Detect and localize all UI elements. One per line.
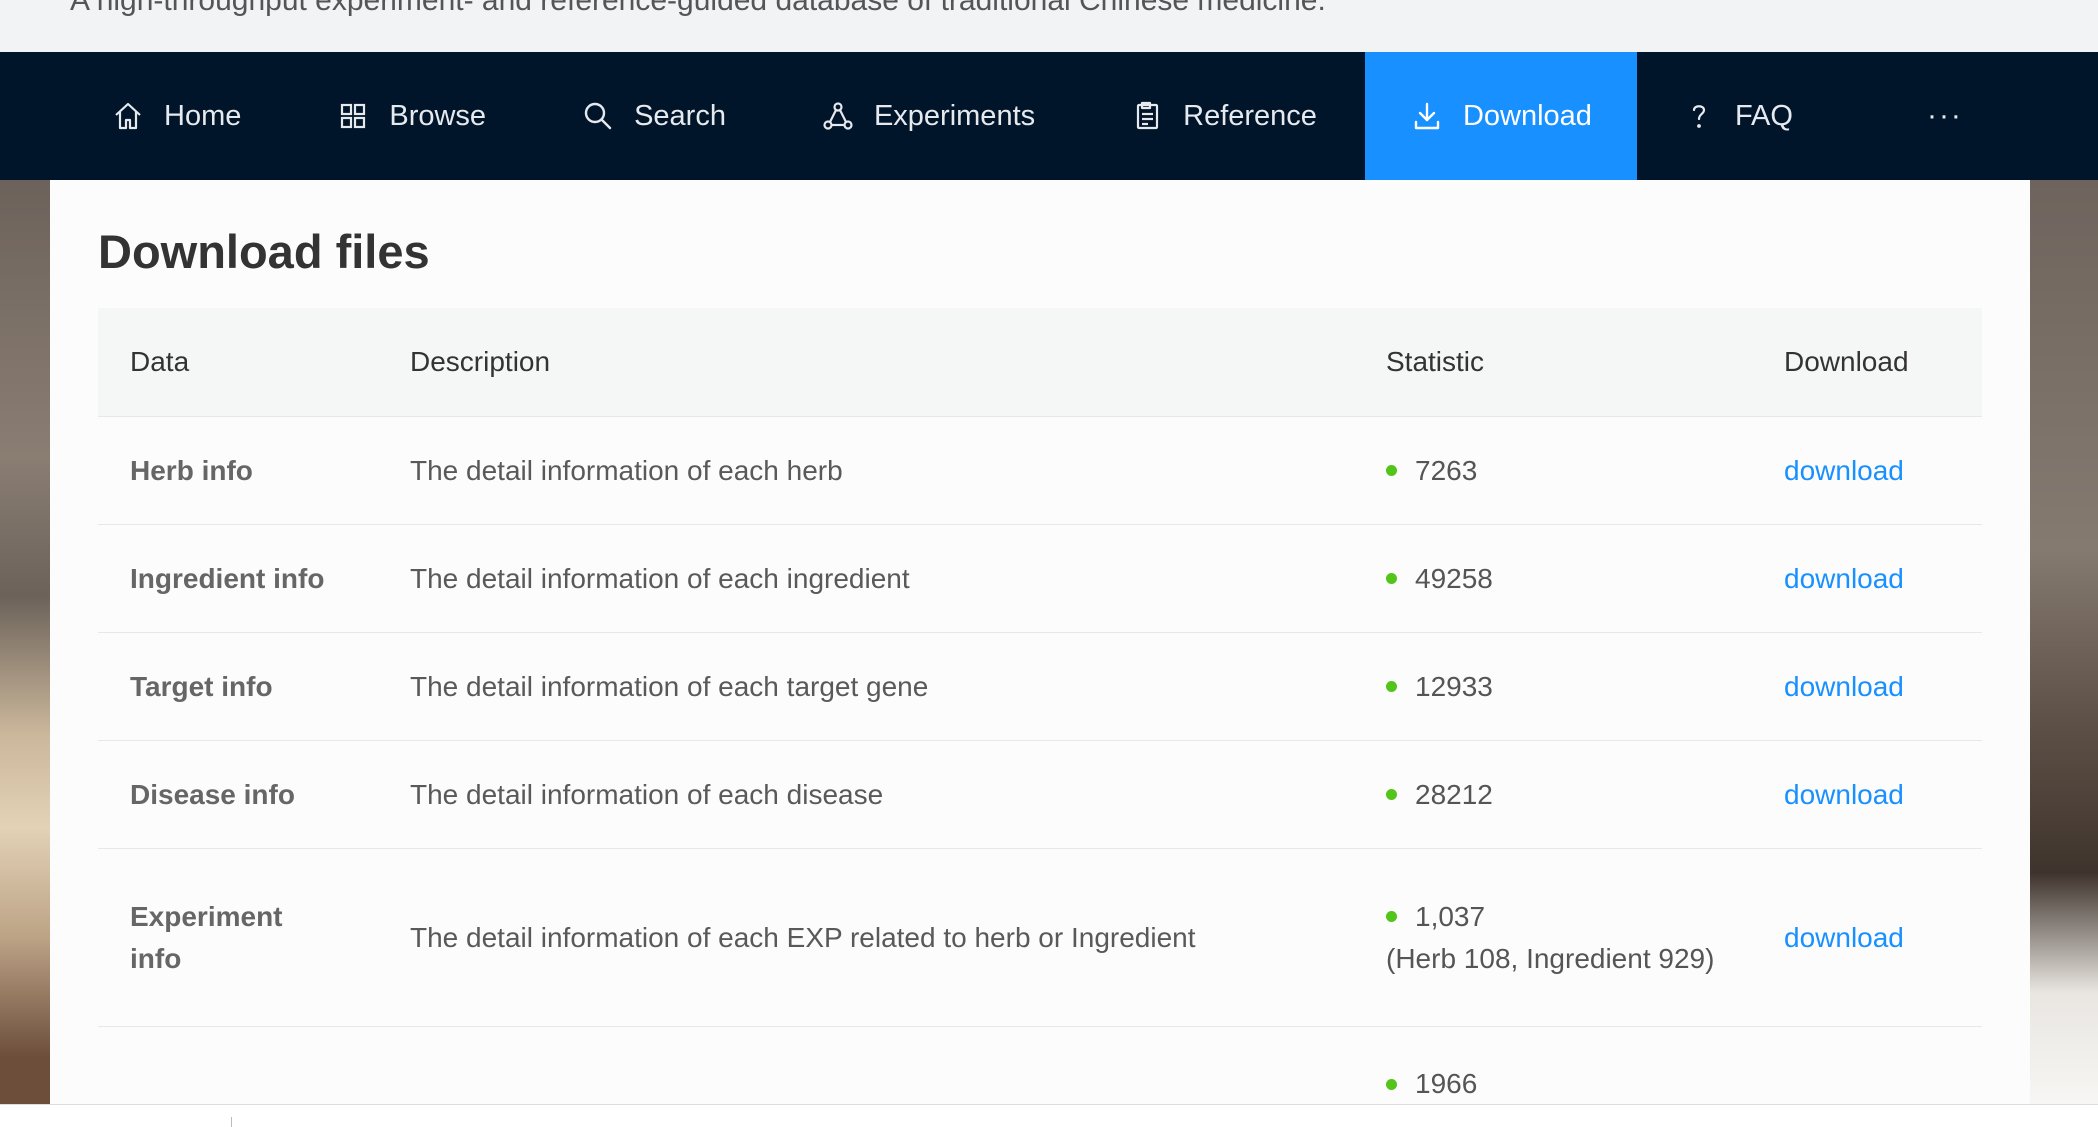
table-row: Disease info The detail information of e… — [98, 741, 1982, 849]
home-icon — [112, 100, 144, 132]
status-dot — [1386, 1078, 1397, 1090]
status-dot — [1386, 573, 1397, 584]
status-dot — [1386, 681, 1397, 692]
row-description: The detail information of each EXP relat… — [410, 921, 1196, 953]
site-tagline: A high-throughput experiment- and refere… — [70, 0, 1326, 17]
site-header: A high-throughput experiment- and refere… — [0, 0, 2098, 52]
question-icon — [1683, 100, 1715, 132]
column-header-data: Data — [130, 346, 190, 377]
download-panel: Download files Data Description Statisti… — [50, 180, 2030, 1104]
download-link-target[interactable]: download — [1784, 671, 1904, 702]
nav-browse[interactable]: Browse — [337, 52, 486, 180]
nav-download[interactable]: Download — [1364, 52, 1637, 180]
statistic-value: 1,037 — [1415, 900, 1486, 932]
row-statistic: 7263 — [1354, 450, 1784, 492]
row-description: The detail information of each target ge… — [410, 670, 929, 702]
nav-reference-label: Reference — [1183, 99, 1317, 132]
row-description: The detail information of each ingredien… — [410, 562, 910, 594]
experiment-icon — [822, 100, 854, 132]
row-statistic: 12933 — [1354, 666, 1784, 708]
table-row: 1966 — [98, 1027, 1982, 1104]
nav-faq-label: FAQ — [1734, 99, 1793, 132]
nav-faq[interactable]: FAQ — [1683, 52, 1793, 180]
statistic-value: 28212 — [1415, 778, 1493, 810]
row-data-name: Experiment info — [130, 900, 283, 974]
nav-experiments-label: Experiments — [873, 99, 1036, 132]
table-header: Data Description Statistic Download — [98, 308, 1982, 417]
bottom-bar — [0, 1104, 2098, 1127]
nav-home[interactable]: Home — [112, 52, 241, 180]
row-data-name: Herb info — [130, 454, 253, 486]
nav-download-label: Download — [1462, 99, 1592, 132]
row-data-name: Disease info — [130, 778, 295, 810]
statistic-value: 49258 — [1415, 562, 1493, 594]
nav-search[interactable]: Search — [582, 52, 726, 180]
column-header-statistic: Statistic — [1386, 346, 1485, 377]
download-link-disease[interactable]: download — [1784, 779, 1904, 810]
grid-icon — [337, 100, 369, 132]
more-icon: ··· — [1926, 99, 1963, 132]
background-herb-image-right — [2030, 180, 2098, 1104]
main-navigation: Home Browse Search Experiments Reference… — [0, 52, 2098, 180]
search-icon — [582, 100, 614, 132]
table-row: Target info The detail information of ea… — [98, 633, 1982, 741]
nav-experiments[interactable]: Experiments — [822, 52, 1035, 180]
download-link-ingredient[interactable]: download — [1784, 563, 1904, 594]
row-statistic: 1966 — [1354, 1063, 1784, 1104]
background-herb-image-left — [0, 180, 52, 1104]
nav-home-label: Home — [164, 99, 242, 132]
table-row: Experiment info The detail information o… — [98, 849, 1982, 1027]
nav-browse-label: Browse — [389, 99, 487, 132]
row-data-name: Target info — [130, 670, 273, 702]
nav-more-button[interactable]: ··· — [1927, 52, 1963, 180]
row-statistic: 1,037 (Herb 108, Ingredient 929) — [1354, 896, 1784, 980]
statistic-value: 7263 — [1415, 454, 1478, 486]
download-table: Data Description Statistic Download Herb… — [98, 308, 1982, 1104]
table-row: Herb info The detail information of each… — [98, 417, 1982, 525]
row-statistic: 49258 — [1354, 558, 1784, 600]
row-description: The detail information of each herb — [410, 454, 843, 486]
statistic-detail: (Herb 108, Ingredient 929) — [1386, 942, 1715, 974]
nav-reference[interactable]: Reference — [1131, 52, 1317, 180]
status-dot — [1386, 911, 1397, 922]
reference-icon — [1131, 100, 1163, 132]
column-header-download: Download — [1784, 346, 1909, 377]
table-row: Ingredient info The detail information o… — [98, 525, 1982, 633]
nav-search-label: Search — [634, 99, 726, 132]
column-header-description: Description — [410, 346, 551, 377]
download-icon — [1411, 100, 1443, 132]
download-link-experiment[interactable]: download — [1784, 922, 1904, 953]
statistic-value: 1966 — [1415, 1068, 1478, 1099]
row-description: The detail information of each disease — [410, 778, 884, 810]
row-data-name: Ingredient info — [130, 562, 325, 594]
status-dot — [1386, 789, 1397, 800]
download-link-herb[interactable]: download — [1784, 455, 1904, 486]
row-statistic: 28212 — [1354, 774, 1784, 816]
status-dot — [1386, 465, 1397, 476]
page-title: Download files — [98, 225, 430, 278]
statistic-value: 12933 — [1415, 670, 1493, 702]
